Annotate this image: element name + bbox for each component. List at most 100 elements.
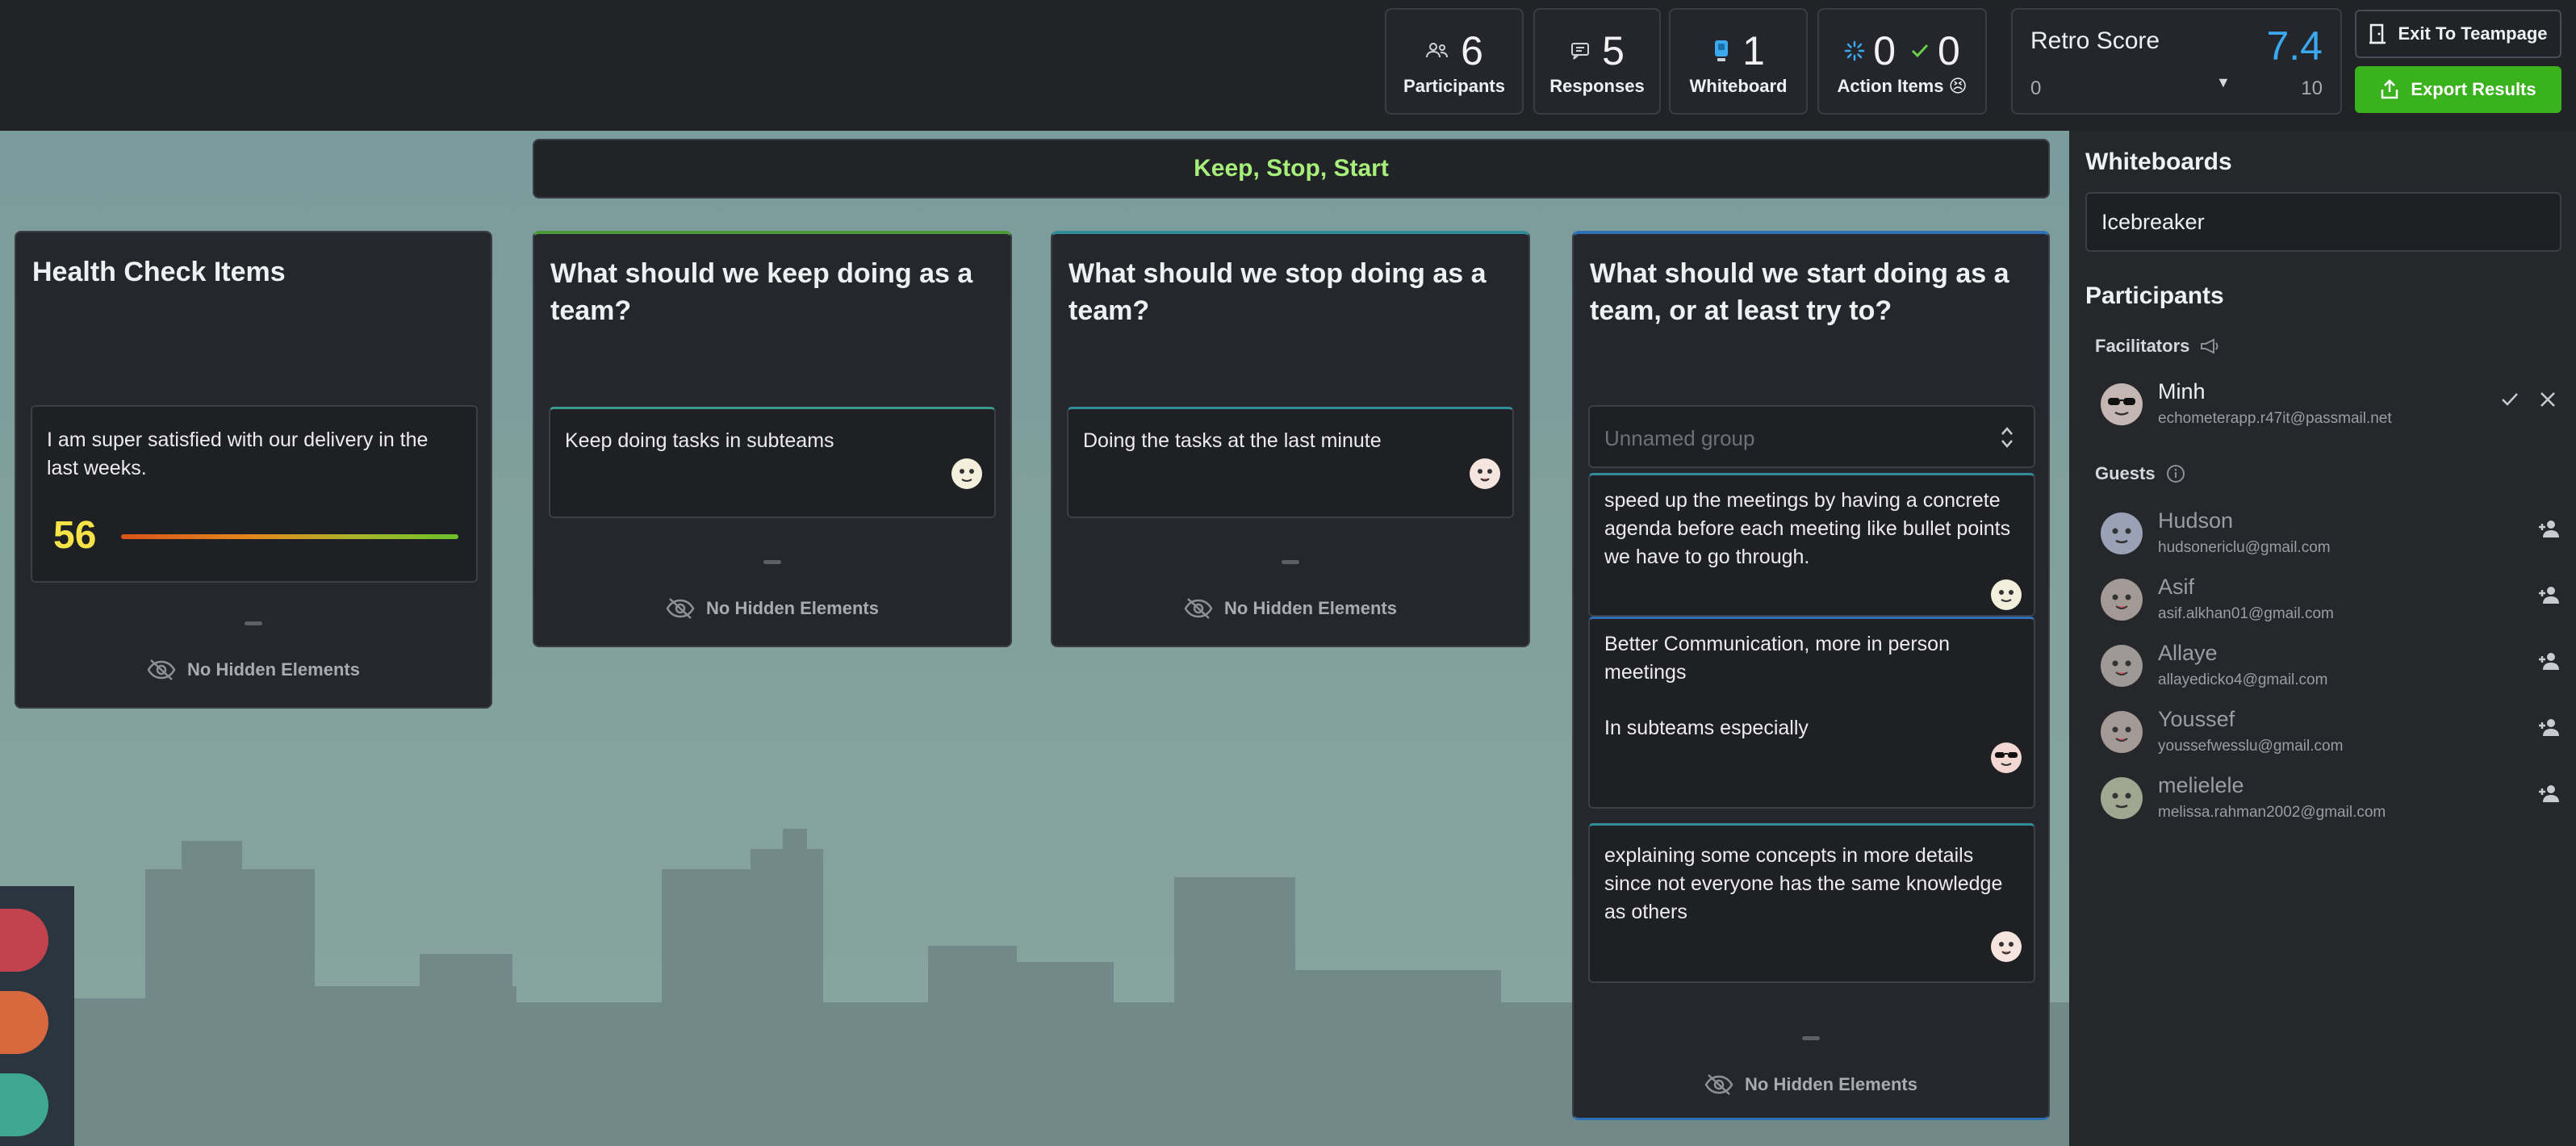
guest-row[interactable]: Allaye allayedicko4@gmail.com	[2100, 639, 2561, 696]
guest-row[interactable]: melielele melissa.rahman2002@gmail.com	[2100, 772, 2561, 828]
guest-row[interactable]: Youssef youssefwesslu@gmail.com	[2100, 705, 2561, 762]
participant-email: echometerapp.r47it@passmail.net	[2158, 410, 2392, 427]
hidden-elements-toggle[interactable]: No Hidden Elements	[1052, 597, 1528, 620]
participant-email: hudsonericlu@gmail.com	[2158, 539, 2331, 556]
responses-stat[interactable]: 5 Responses	[1533, 8, 1661, 115]
card-stack-shadow	[1588, 791, 2035, 809]
whiteboard-label: Whiteboard	[1689, 76, 1788, 96]
red-light	[0, 909, 48, 972]
avatar-icon	[2101, 777, 2143, 819]
megaphone-icon	[2201, 338, 2218, 354]
column-title: Health Check Items	[32, 257, 286, 287]
add-facilitator-icon[interactable]	[2537, 518, 2561, 539]
retro-score[interactable]: Retro Score 7.4 0 ▼ 10	[2011, 8, 2342, 115]
health-score: 56	[53, 514, 97, 557]
drag-handle-icon[interactable]	[763, 560, 781, 564]
guest-row[interactable]: Asif asif.alkhan01@gmail.com	[2100, 573, 2561, 629]
participant-email: allayedicko4@gmail.com	[2158, 671, 2328, 688]
hidden-elements-label: No Hidden Elements	[187, 659, 360, 680]
drag-handle-icon[interactable]	[1802, 1036, 1820, 1040]
card-text: I am super satisfied with our delivery i…	[47, 429, 429, 479]
avatar-icon	[2101, 579, 2143, 621]
stop-card[interactable]: Doing the tasks at the last minute	[1067, 407, 1514, 500]
facilitator-row[interactable]: Minh echometerapp.r47it@passmail.net	[2100, 378, 2561, 434]
export-icon	[2382, 79, 2398, 99]
pending-spinner-icon	[1844, 40, 1865, 61]
add-facilitator-icon[interactable]	[2537, 584, 2561, 605]
info-icon[interactable]	[2165, 463, 2186, 484]
participant-email: asif.alkhan01@gmail.com	[2158, 605, 2334, 622]
action-items-pending: 0	[1873, 28, 1896, 73]
health-score-bar	[121, 534, 458, 539]
participants-panel: Whiteboards Icebreaker Participants Faci…	[2069, 131, 2576, 1146]
column-title: What should we stop doing as a team?	[1068, 258, 1487, 326]
start-card[interactable]: explaining some concepts in more details…	[1588, 823, 2035, 968]
card-stack-shadow	[549, 497, 996, 518]
participant-email: youssefwesslu@gmail.com	[2158, 738, 2344, 755]
health-check-card[interactable]: I am super satisfied with our delivery i…	[31, 405, 478, 583]
export-results-button[interactable]: Export Results	[2355, 66, 2561, 113]
card-stack-shadow	[1067, 497, 1514, 518]
hidden-elements-toggle[interactable]: No Hidden Elements	[16, 659, 491, 681]
hidden-elements-toggle[interactable]: No Hidden Elements	[534, 597, 1010, 620]
exit-to-teampage-button[interactable]: Exit To Teampage	[2355, 10, 2561, 58]
drag-handle-icon[interactable]	[1282, 560, 1299, 564]
whiteboard-count: 1	[1742, 28, 1765, 73]
board-title: Keep, Stop, Start	[533, 139, 2050, 199]
responses-label: Responses	[1549, 76, 1645, 96]
expand-collapse-icon[interactable]	[2000, 423, 2014, 452]
responses-icon	[1571, 43, 1590, 60]
avatar-icon	[2101, 383, 2143, 425]
participants-icon	[1426, 43, 1449, 58]
participant-name: Minh	[2158, 379, 2206, 404]
orange-light	[0, 991, 48, 1054]
whiteboard-item[interactable]: Icebreaker	[2085, 192, 2561, 252]
keep-card[interactable]: Keep doing tasks in subteams	[549, 407, 996, 500]
keep-column: What should we keep doing as a team? Kee…	[533, 231, 1012, 647]
start-card[interactable]: speed up the meetings by having a concre…	[1588, 473, 2035, 617]
responses-count: 5	[1602, 28, 1625, 73]
hidden-elements-label: No Hidden Elements	[1745, 1074, 1917, 1094]
group-name-input[interactable]: Unnamed group	[1588, 405, 2035, 468]
card-text-line: In subteams especially	[1604, 717, 1809, 739]
start-column: What should we start doing as a team, or…	[1572, 231, 2050, 1120]
guest-row[interactable]: Hudson hudsonericlu@gmail.com	[2100, 507, 2561, 563]
action-items-label: Action Items 😣	[1837, 76, 1968, 96]
exit-label: Exit To Teampage	[2398, 23, 2548, 44]
action-items-done: 0	[1938, 28, 1960, 73]
avatar-icon	[1991, 579, 2022, 610]
card-text: explaining some concepts in more details…	[1604, 844, 2003, 923]
participant-name: melielele	[2158, 773, 2244, 797]
participants-stat[interactable]: 6 Participants	[1385, 8, 1524, 115]
participant-email: melissa.rahman2002@gmail.com	[2158, 804, 2386, 821]
traffic-light-decoration	[0, 886, 74, 1146]
participant-name: Asif	[2158, 575, 2195, 599]
hidden-elements-toggle[interactable]: No Hidden Elements	[1574, 1073, 2048, 1096]
whiteboard-stat[interactable]: 1 Whiteboard	[1669, 8, 1808, 115]
add-facilitator-icon[interactable]	[2537, 650, 2561, 671]
action-items-stat[interactable]: 0 0 Action Items 😣	[1817, 8, 1987, 115]
avatar-icon	[1991, 931, 2022, 962]
whiteboard-icon	[1715, 40, 1729, 61]
whiteboard-name: Icebreaker	[2101, 210, 2205, 234]
avatar-icon	[2101, 645, 2143, 687]
avatar-icon	[1470, 458, 1500, 489]
add-facilitator-icon[interactable]	[2537, 717, 2561, 738]
door-icon	[2369, 23, 2386, 44]
eye-off-icon	[1704, 1074, 1733, 1095]
whiteboards-heading: Whiteboards	[2085, 148, 2232, 175]
retro-score-max: 10	[2301, 77, 2323, 99]
top-bar: 6 Participants 5 Responses 1 Whiteboard …	[0, 0, 2576, 131]
participants-count: 6	[1461, 28, 1483, 73]
retro-score-min: 0	[2030, 77, 2042, 99]
start-card[interactable]: Better Communication, more in person mee…	[1588, 617, 2035, 794]
card-text: Keep doing tasks in subteams	[565, 429, 834, 452]
hidden-elements-label: No Hidden Elements	[1224, 598, 1397, 618]
eye-off-icon	[147, 659, 176, 680]
add-facilitator-icon[interactable]	[2537, 783, 2561, 804]
close-icon[interactable]	[2537, 389, 2558, 410]
participant-name: Hudson	[2158, 508, 2234, 533]
confirm-icon[interactable]	[2499, 389, 2521, 410]
guests-label: Guests	[2095, 463, 2186, 484]
drag-handle-icon[interactable]	[245, 621, 262, 625]
